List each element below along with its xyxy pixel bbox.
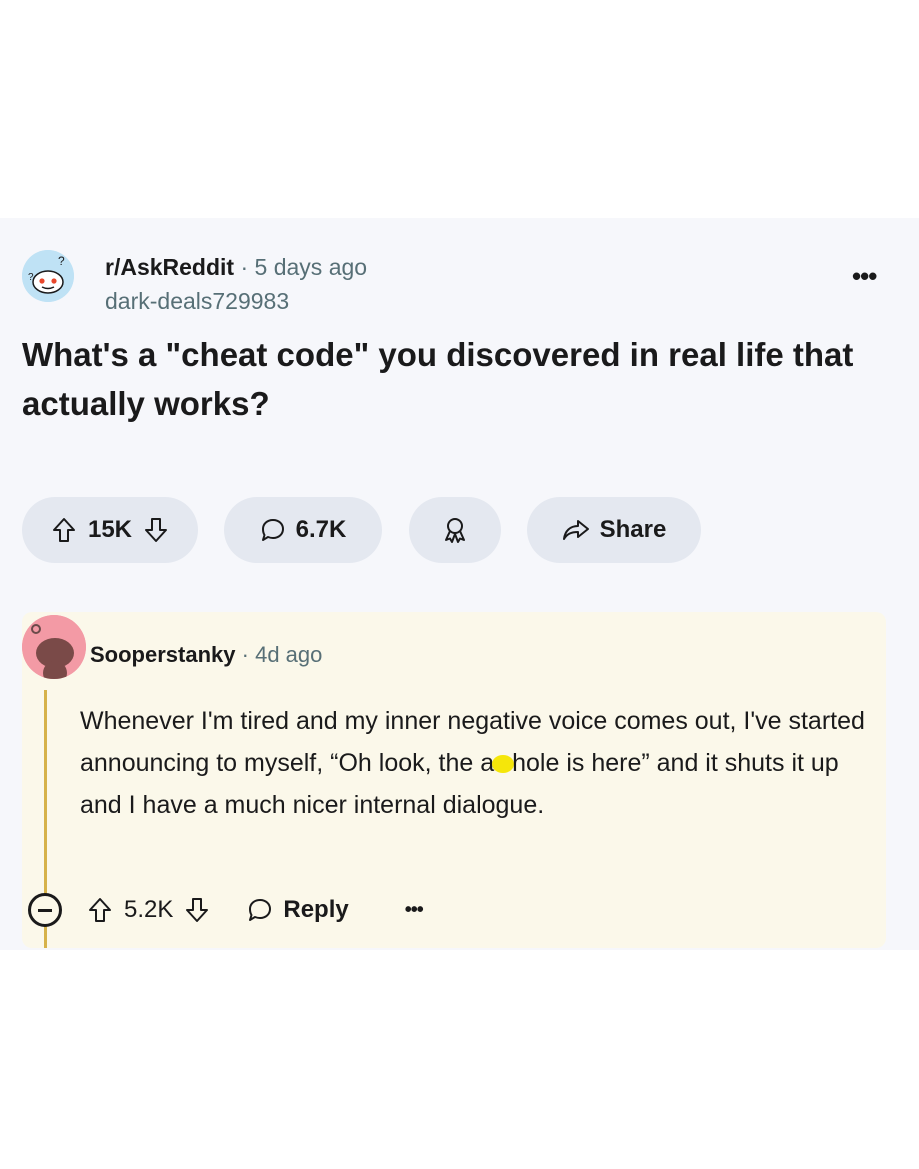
award-button[interactable] [409, 497, 501, 563]
comment-downvote-button[interactable] [185, 897, 209, 923]
comment-upvote-button[interactable] [88, 897, 112, 923]
svg-text:?: ? [58, 254, 65, 268]
comment-vote-group: 5.2K [88, 896, 209, 924]
comment-meta: Sooperstanky · 4d ago [90, 642, 322, 668]
award-icon [445, 518, 465, 543]
censor-mark [492, 755, 515, 774]
post-author[interactable]: dark-deals729983 [105, 288, 289, 315]
comment-count: 6.7K [295, 516, 347, 543]
post-title[interactable]: What's a "cheat code" you discovered in … [22, 330, 892, 428]
reddit-snoo-icon: ? ? [22, 250, 74, 302]
share-label: Share [599, 516, 667, 543]
post-time: 5 days ago [254, 254, 368, 280]
subreddit-avatar[interactable]: ? ? [22, 250, 74, 302]
collapse-thread-button[interactable] [28, 893, 62, 927]
comment-body: Whenever I'm tired and my inner negative… [80, 700, 880, 826]
reddit-snoo-icon [22, 615, 86, 679]
upvote-button[interactable] [52, 517, 76, 543]
comment-time: 4d ago [255, 642, 323, 667]
commenter-avatar[interactable] [22, 615, 86, 679]
arrow-up-icon [52, 518, 75, 542]
downvote-button[interactable] [144, 517, 168, 543]
post-more-button[interactable]: ••• [852, 263, 882, 289]
arrow-up-icon [89, 898, 111, 922]
share-button[interactable]: Share [527, 497, 701, 563]
arrow-down-icon [145, 518, 168, 542]
post-meta: r/AskReddit · 5 days ago [105, 254, 367, 281]
speech-bubble-icon [261, 519, 284, 541]
reply-button[interactable]: Reply [247, 896, 349, 924]
reply-label: Reply [283, 896, 349, 923]
post-vote-pill: 15K [22, 497, 198, 563]
minus-circle-icon [38, 908, 52, 912]
arrow-down-icon [186, 898, 209, 922]
comment-vote-count: 5.2K [124, 896, 174, 923]
comment-username[interactable]: Sooperstanky [90, 642, 236, 667]
comment-actions: 5.2K Reply ••• [88, 888, 424, 932]
speech-bubble-icon [249, 899, 272, 921]
svg-text:?: ? [28, 272, 34, 283]
meta-separator: · [241, 642, 249, 667]
meta-separator: · [240, 254, 249, 280]
share-arrow-icon [562, 520, 589, 540]
comment-more-button[interactable]: ••• [405, 899, 424, 922]
comments-button[interactable]: 6.7K [224, 497, 382, 563]
subreddit-name[interactable]: r/AskReddit [105, 254, 234, 280]
post-vote-count: 15K [87, 516, 133, 543]
